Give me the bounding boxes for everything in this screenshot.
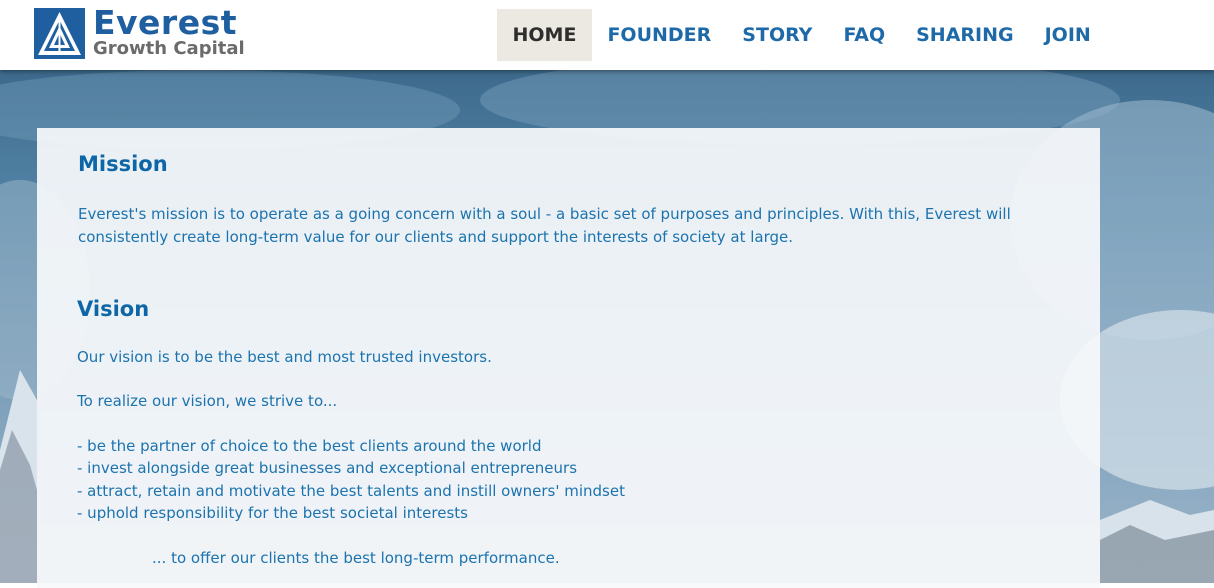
vision-closing: ... to offer our clients the best long-t…	[152, 549, 560, 567]
vision-goal-item: - attract, retain and motivate the best …	[77, 482, 625, 500]
mission-heading: Mission	[78, 152, 168, 176]
brand-name: Everest	[93, 3, 238, 42]
mission-text: Everest's mission is to operate as a goi…	[78, 205, 1011, 246]
vision-goal-item: - invest alongside great businesses and …	[77, 459, 578, 477]
vision-heading: Vision	[77, 297, 150, 321]
brand-subtitle: Growth Capital	[93, 38, 245, 59]
nav-founder[interactable]: FOUNDER	[592, 9, 727, 61]
nav-story[interactable]: STORY	[727, 9, 828, 61]
nav-home[interactable]: HOME	[497, 9, 592, 61]
vision-goal-item: - uphold responsibility for the best soc…	[77, 504, 468, 522]
nav-sharing[interactable]: SHARING	[901, 9, 1030, 61]
main-nav: HOME FOUNDER STORY FAQ SHARING JOIN	[497, 9, 1106, 61]
site-header: Everest Growth Capital HOME FOUNDER STOR…	[0, 0, 1214, 70]
vision-statement: Our vision is to be the best and most tr…	[77, 348, 492, 366]
brand-logo[interactable]: Everest Growth Capital	[34, 3, 245, 60]
content-panel: Mission Everest's mission is to operate …	[37, 128, 1100, 588]
vision-intro: To realize our vision, we strive to...	[77, 392, 338, 410]
mountain-triangle-logo-icon	[34, 8, 85, 59]
brand-text: Everest Growth Capital	[93, 3, 245, 60]
nav-faq[interactable]: FAQ	[828, 9, 901, 61]
vision-goal-item: - be the partner of choice to the best c…	[77, 437, 542, 455]
nav-join[interactable]: JOIN	[1029, 9, 1106, 61]
